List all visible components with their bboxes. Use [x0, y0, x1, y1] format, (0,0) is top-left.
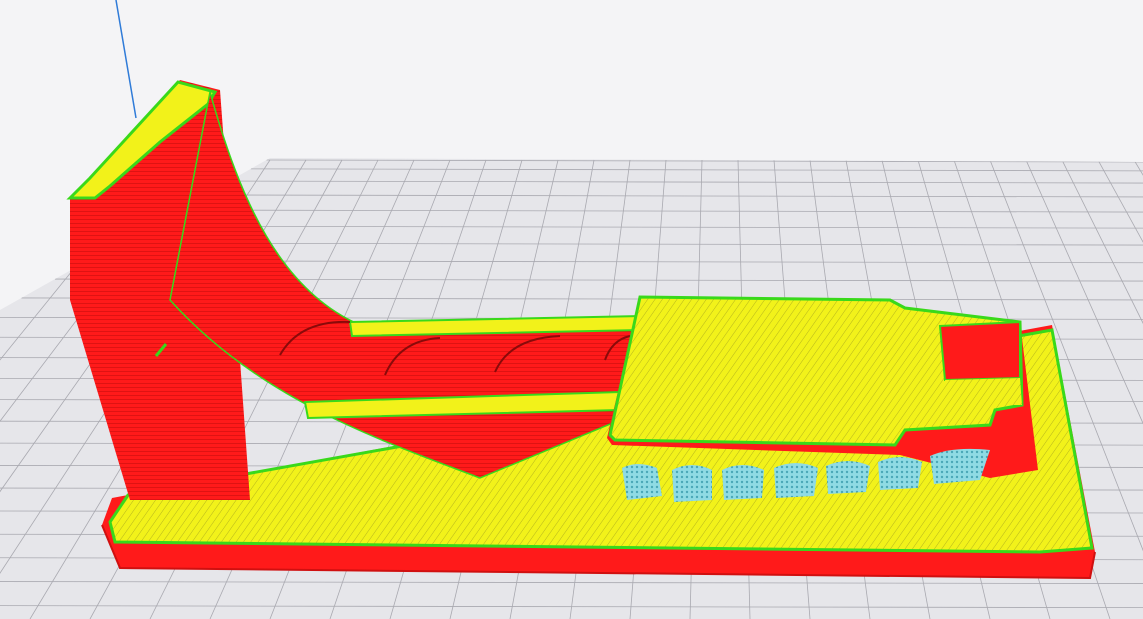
platform-notch — [938, 320, 1021, 382]
y-axis-line — [115, 0, 137, 119]
layer-view-scene[interactable] — [0, 0, 1143, 619]
platform-notch-floor — [945, 378, 1022, 405]
model-layer-preview[interactable] — [66, 80, 1096, 580]
3d-viewport[interactable] — [0, 0, 1143, 619]
